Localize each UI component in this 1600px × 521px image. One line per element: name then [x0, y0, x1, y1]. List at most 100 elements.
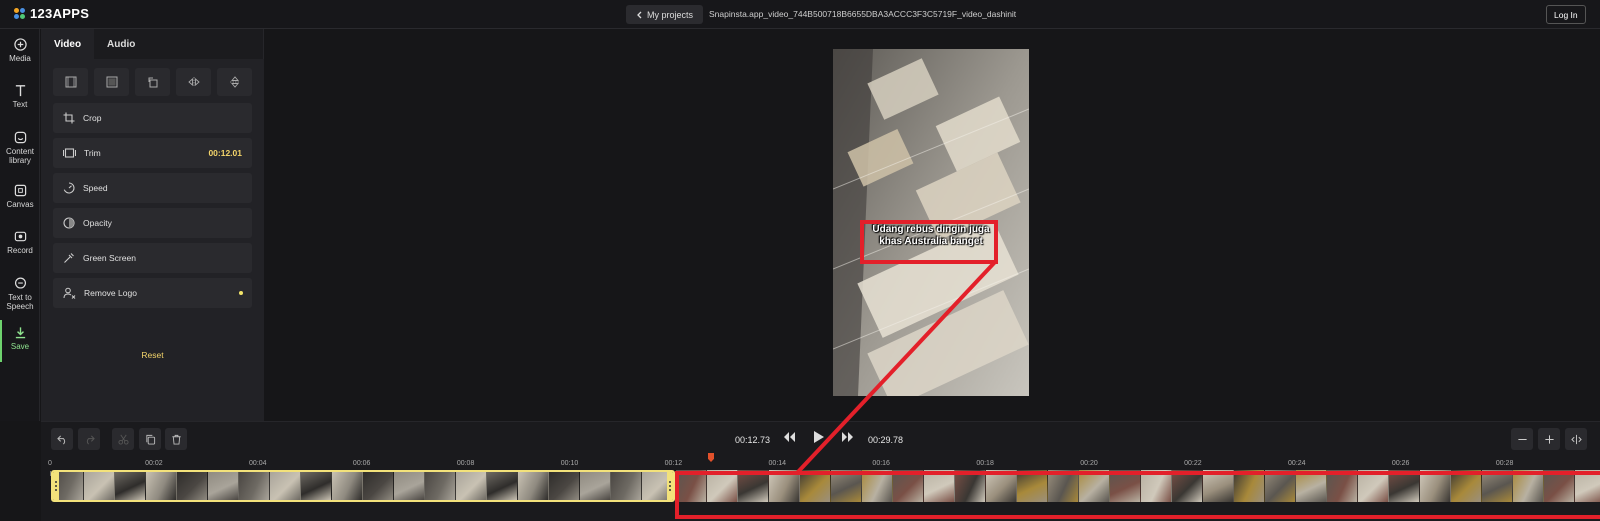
fast-forward-icon[interactable]: [841, 431, 854, 443]
redo-icon: [86, 434, 95, 444]
rail-item-canvas[interactable]: Canvas: [0, 184, 40, 209]
crop-option[interactable]: Crop: [53, 103, 252, 133]
transform-toolbar: [53, 68, 252, 96]
caption-line-2: khas Australia banget: [879, 236, 983, 247]
rail-item-text[interactable]: Text: [0, 84, 40, 109]
rotate-icon: [148, 77, 157, 88]
record-icon: [14, 231, 26, 242]
clip-thumbnails: [53, 472, 673, 500]
clip-thumbnails-remaining: [676, 470, 1600, 502]
clip-thumbnail-frame: [1327, 470, 1358, 502]
ruler-tick-label: 00:16: [872, 460, 890, 467]
clip-thumbnail-frame: [1172, 470, 1203, 502]
clip-thumbnail-frame: [208, 472, 239, 500]
canvas-icon: [14, 184, 26, 197]
tab-audio[interactable]: Audio: [94, 29, 148, 59]
clip-handle-right[interactable]: [667, 472, 673, 500]
rotate-button[interactable]: [135, 68, 170, 96]
text-t-icon: [15, 85, 25, 97]
ruler-tick-label: 00:08: [456, 460, 475, 467]
clip-thumbnail-frame: [115, 472, 146, 500]
clip-thumbnail-frame: [893, 470, 924, 502]
clip-thumbnail-frame: [394, 472, 425, 500]
clip-thumbnail-frame: [363, 472, 394, 500]
minus-icon: [1517, 438, 1527, 440]
top-bar: 123APPS My projects Snapinsta.app_video_…: [0, 0, 1600, 29]
speed-label: Speed: [83, 183, 108, 193]
rail-item-text-to-speech[interactable]: Text to Speech: [0, 277, 40, 311]
fit-button[interactable]: [53, 68, 88, 96]
clip-handle-left[interactable]: [53, 472, 59, 500]
video-preview[interactable]: Udang rebus dingin juga khas Australia b…: [833, 49, 1029, 396]
flip-horizontal-icon: [187, 77, 200, 87]
flip-vertical-icon: [229, 76, 240, 88]
clip-thumbnail-frame: [862, 470, 893, 502]
cut-button[interactable]: [112, 428, 134, 450]
flip-horizontal-button[interactable]: [176, 68, 211, 96]
rail-item-save[interactable]: Save: [0, 326, 40, 351]
chevron-left-icon: [637, 11, 642, 18]
speed-option[interactable]: Speed: [53, 173, 252, 203]
clip-thumbnail-frame: [1017, 470, 1048, 502]
scissors-icon: [117, 434, 129, 445]
zoom-in-button[interactable]: [1538, 428, 1560, 450]
ruler-tick-label: 00:10: [560, 460, 579, 467]
fill-icon: [106, 76, 117, 88]
fit-timeline-button[interactable]: [1565, 428, 1587, 450]
clip-thumbnail-frame: [707, 470, 738, 502]
caption-line-1: Udang rebus dingin juga: [872, 224, 990, 235]
duplicate-button[interactable]: [139, 428, 161, 450]
green-screen-option[interactable]: Green Screen: [53, 243, 252, 273]
clip-thumbnail-frame: [1110, 470, 1141, 502]
opacity-icon: [63, 217, 75, 229]
ruler-tick-label: 00:28: [1495, 460, 1514, 467]
clip-thumbnail-frame: [986, 470, 1017, 502]
clip-thumbnail-frame: [425, 472, 456, 500]
reset-button[interactable]: Reset: [41, 350, 264, 360]
clip-thumbnail-frame: [1513, 470, 1544, 502]
rail-label-save: Save: [10, 342, 30, 351]
rail-label-tts-2: Speech: [6, 302, 34, 311]
undo-button[interactable]: [51, 428, 73, 450]
zoom-out-button[interactable]: [1511, 428, 1533, 450]
rail-label-media: Media: [9, 54, 31, 63]
clip-thumbnail-frame: [301, 472, 332, 500]
rail-label-text: Text: [12, 100, 28, 109]
redo-button[interactable]: [78, 428, 100, 450]
eyedropper-icon: [64, 253, 74, 263]
total-time: 00:29.78: [868, 435, 904, 445]
rewind-icon[interactable]: [783, 431, 796, 443]
project-filename[interactable]: Snapinsta.app_video_744B500718B6655DBA3A…: [709, 9, 1016, 19]
flip-vertical-button[interactable]: [217, 68, 252, 96]
video-clip-remaining[interactable]: [676, 470, 1600, 502]
clip-thumbnail-frame: [146, 472, 177, 500]
plus-icon: [1544, 434, 1554, 444]
download-icon: [15, 327, 25, 339]
delete-button[interactable]: [165, 428, 187, 450]
video-caption: Udang rebus dingin juga khas Australia b…: [867, 224, 995, 248]
opacity-option[interactable]: Opacity: [53, 208, 252, 238]
trim-option[interactable]: Trim 00:12.01: [53, 138, 252, 168]
trim-icon: [63, 148, 76, 158]
clip-thumbnail-frame: [270, 472, 301, 500]
logo[interactable]: 123APPS: [14, 6, 89, 21]
play-icon[interactable]: [813, 430, 825, 444]
clip-thumbnail-frame: [1296, 470, 1327, 502]
login-button[interactable]: Log In: [1546, 5, 1586, 24]
clip-thumbnail-frame: [924, 470, 955, 502]
video-clip-selected[interactable]: [51, 470, 675, 502]
current-time: 00:12.73: [735, 435, 771, 445]
clip-thumbnail-frame: [955, 470, 986, 502]
clip-thumbnail-frame: [487, 472, 518, 500]
clip-thumbnail-frame: [177, 472, 208, 500]
ruler-tick-label: 00:12: [664, 460, 683, 467]
rail-item-content-library[interactable]: Content library: [0, 131, 40, 165]
my-projects-button[interactable]: My projects: [626, 5, 704, 24]
logo-mark-icon: [14, 7, 26, 20]
tab-video[interactable]: Video: [41, 29, 95, 59]
rail-item-media[interactable]: Media: [0, 38, 40, 63]
fill-button[interactable]: [94, 68, 129, 96]
rail-item-record[interactable]: Record: [0, 230, 40, 255]
remove-logo-option[interactable]: Remove Logo: [53, 278, 252, 308]
video-settings-panel: Video Audio Crop Trim 00:12.01 Speed Opa…: [41, 29, 264, 421]
